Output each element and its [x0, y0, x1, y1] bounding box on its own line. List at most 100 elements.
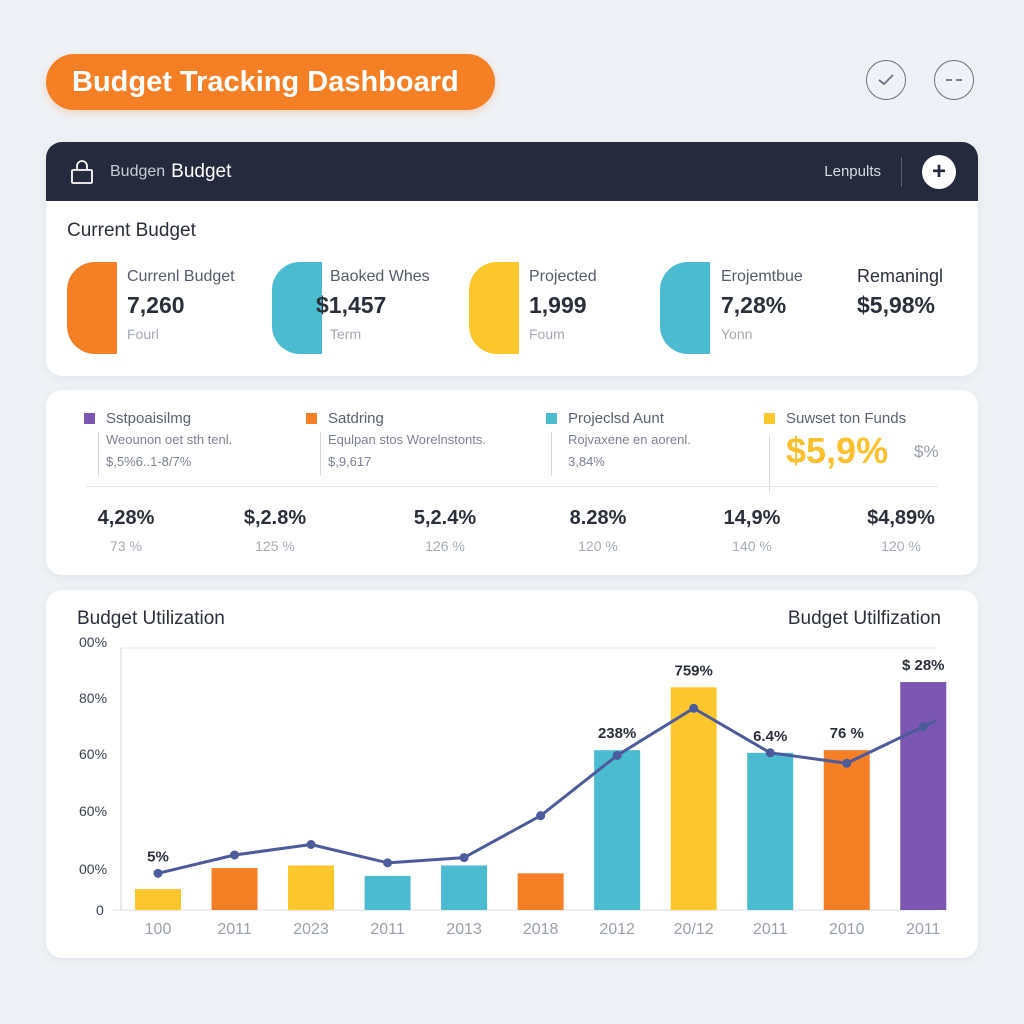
budget-utilization-card: Budget Utilization Budget Utilfization 0…: [46, 590, 978, 958]
metric: $4,89% 120 %: [836, 507, 966, 554]
trend-point: [536, 811, 546, 821]
stat-value: 1,999: [529, 292, 587, 318]
metric-value: $,2.8%: [243, 507, 307, 529]
bar: [670, 687, 717, 910]
x-tick-label: 2011: [906, 921, 941, 938]
data-label: 759%: [674, 662, 712, 679]
stat-label: Remaningl: [857, 266, 944, 286]
stat-value: 7,260: [127, 292, 185, 318]
stat-value: 7,28%: [721, 292, 787, 318]
add-icon[interactable]: +: [922, 154, 956, 189]
x-tick-label: 2018: [523, 921, 559, 938]
legend-swatch: [546, 413, 557, 424]
metric-value: $4,89%: [867, 507, 935, 529]
bar: [594, 750, 641, 910]
y-tick-label: 00%: [79, 861, 107, 877]
legend-value: $,9,617: [328, 454, 372, 469]
x-tick-label: 2011: [370, 921, 405, 938]
trend-point: [306, 840, 316, 849]
bar: [747, 752, 794, 910]
trend-point: [153, 868, 163, 878]
more-icon[interactable]: [934, 60, 974, 100]
legend-name: Sstpoaisilmg: [106, 410, 192, 427]
data-label: 238%: [598, 725, 636, 742]
lock-icon: [68, 158, 96, 186]
x-tick-label: 2011: [217, 921, 252, 938]
toolbar-title: Budget: [171, 160, 232, 182]
funds-unit: $%: [914, 442, 939, 461]
toolbar-prefix: Budgen: [110, 162, 166, 180]
stat-sub: Term: [330, 326, 362, 342]
stat-label: Projected: [529, 268, 597, 285]
divider: [86, 486, 938, 487]
bar: [900, 682, 947, 910]
stat-label: Currenl Budget: [127, 268, 235, 285]
dashboard-title: Budget Tracking Dashboard: [46, 54, 495, 110]
stat-label: Baoked Whes: [330, 268, 430, 285]
metric: $,2.8% 125 %: [210, 507, 340, 554]
y-tick-label: 60%: [79, 746, 107, 762]
y-tick-label: 80%: [79, 690, 107, 706]
bar: [288, 865, 335, 910]
stat-value: $1,457: [316, 292, 387, 318]
section-title: Current Budget: [67, 220, 196, 241]
bar: [823, 750, 870, 910]
y-tick-label: 60%: [79, 803, 107, 819]
metric-sub: 126 %: [425, 538, 465, 554]
trend-point: [765, 748, 775, 758]
data-label: 76 %: [830, 725, 864, 742]
utilization-chart: 0 00% 60% 60% 80% 00% 5% 238% 759% 6.4% 76 % $ 28% 1…: [79, 634, 947, 938]
legend-name: Suwset ton Funds: [786, 410, 907, 427]
stat-color-pill: [660, 262, 710, 354]
trend-point: [459, 853, 469, 863]
stat-sub: Fourl: [127, 326, 159, 342]
data-label: $ 28%: [902, 657, 945, 674]
x-tick-label: 2011: [753, 921, 788, 938]
trend-point: [689, 703, 699, 713]
metric-sub: 120 %: [578, 538, 618, 554]
metric-value: 14,9%: [723, 507, 781, 529]
metric: 14,9% 140 %: [687, 507, 817, 554]
stat-color-pill: [272, 262, 322, 354]
toolbar-link[interactable]: Lenpults: [824, 163, 881, 180]
stat-sub: Foum: [529, 326, 565, 342]
bar: [441, 865, 488, 910]
metric: 8.28% 120 %: [533, 507, 663, 554]
trend-point: [383, 858, 393, 868]
legend-divider: [769, 436, 770, 492]
metric-sub: 140 %: [732, 538, 772, 554]
trend-point: [842, 758, 852, 768]
funds-value: $5,9%: [786, 430, 889, 471]
trend-point: [612, 750, 622, 760]
x-tick-label: 100: [145, 921, 172, 938]
bar: [364, 875, 411, 910]
legend-desc: Rojvaxene en aorenl.: [568, 432, 691, 447]
metric: 4,28% 73 %: [61, 507, 191, 554]
toolbar-divider: [901, 156, 902, 187]
bar: [517, 873, 564, 910]
stat-color-pill: [67, 262, 117, 354]
legend-divider: [320, 432, 321, 476]
legend-swatch: [764, 413, 775, 424]
legend-name: Satdring: [328, 410, 384, 427]
legend-swatch: [306, 413, 317, 424]
metric: 5,2.4% 126 %: [380, 507, 510, 554]
legend-swatch: [84, 413, 95, 424]
bar: [211, 868, 258, 910]
x-tick-label: 2010: [829, 921, 865, 938]
stat-label: Erojemtbue: [721, 268, 803, 285]
metric-value: 5,2.4%: [413, 507, 477, 529]
legend-divider: [98, 432, 99, 476]
card-toolbar: Budgen Budget Lenpults +: [46, 142, 978, 201]
trend-point: [230, 850, 240, 860]
current-budget-card: Budgen Budget Lenpults + Current Budget …: [46, 142, 978, 376]
metric-sub: 120 %: [881, 538, 921, 554]
check-icon[interactable]: [866, 60, 906, 100]
trend-line: [157, 706, 937, 875]
legend-metrics-card: Sstpoaisilmg Weounon oet sth tenl. $,5%6…: [46, 390, 978, 575]
legend-desc: Equlpan stos Worelnstonts.: [328, 432, 487, 447]
legend-name: Projeclsd Aunt: [568, 410, 664, 427]
metric-sub: 73 %: [110, 538, 142, 554]
x-tick-label: 2012: [599, 921, 635, 938]
data-label: 5%: [147, 848, 169, 865]
